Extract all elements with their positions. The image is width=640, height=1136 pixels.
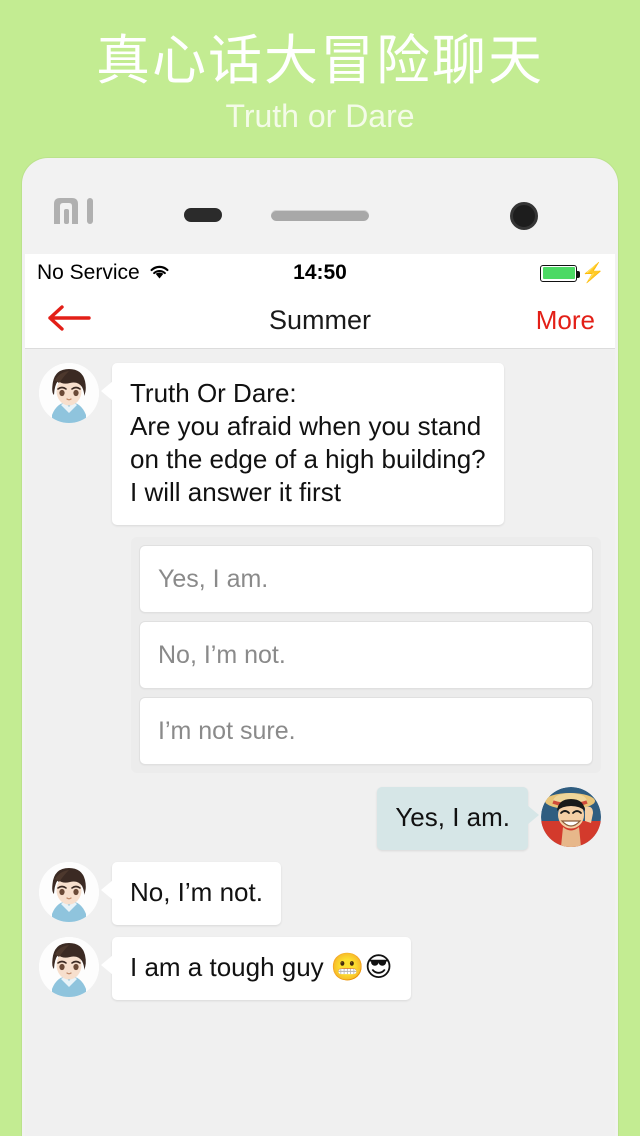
chat-bubble-wrap: Truth Or Dare: Are you afraid when you s… [99,363,504,525]
message-line: Are you afraid when you stand [130,411,482,441]
chat-bubble[interactable]: Yes, I am. [377,787,539,850]
promo-title: 真心话大冒险聊天 [96,29,544,92]
avatar[interactable] [39,862,99,922]
status-bar-right: ⚡ [540,254,605,292]
avatar[interactable] [39,937,99,997]
chat-message-row: No, I’m not. [25,862,615,925]
battery-cap [577,270,581,278]
avatar[interactable] [39,363,99,423]
answer-option-unsure[interactable]: I’m not sure. [139,697,593,765]
answer-option-yes[interactable]: Yes, I am. [139,545,593,613]
promo-subtitle: Truth or Dare [225,98,415,134]
chat-bubble[interactable]: Truth Or Dare: Are you afraid when you s… [101,363,504,525]
message-line: No, I’m not. [130,877,263,907]
chat-message-row: I am a tough guy 😬😎 [25,937,615,1000]
chat-message-list[interactable]: Truth Or Dare: Are you afraid when you s… [25,349,615,1136]
status-time: 14:50 [293,261,347,284]
chat-message-row: Yes, I am. [25,787,615,850]
status-bar: No Service 14:50 ⚡ [25,254,615,292]
proximity-sensor-icon [184,208,222,222]
chat-bubble-wrap: No, I’m not. [99,862,281,925]
message-line: on the edge of a high building? [130,444,486,474]
avatar[interactable] [541,787,601,847]
chat-bubble[interactable]: I am a tough guy 😬😎 [101,937,411,1000]
chat-bubble-wrap: Yes, I am. [377,787,541,850]
battery-fill [542,267,575,279]
phone-screen: No Service 14:50 ⚡ Summer More Truth Or … [25,254,615,1136]
answer-options-panel: Yes, I am. No, I’m not. I’m not sure. [131,537,601,773]
message-line: I will answer it first [130,477,341,507]
chat-bubble[interactable]: No, I’m not. [101,862,281,925]
message-line: Truth Or Dare: [130,378,297,408]
promo-header: 真心话大冒险聊天 Truth or Dare [0,0,640,158]
battery-icon [540,264,581,282]
phone-frame: No Service 14:50 ⚡ Summer More Truth Or … [22,158,618,1136]
chat-message-row: Truth Or Dare: Are you afraid when you s… [25,363,615,525]
phone-hardware-row [22,158,618,254]
answer-option-no[interactable]: No, I’m not. [139,621,593,689]
earpiece-speaker-icon [271,210,369,221]
page-title: Summer [268,305,371,335]
message-emoji: 😬😎 [330,952,393,983]
mi-logo-icon [50,194,98,226]
more-button[interactable]: More [536,292,595,348]
chat-bubble-wrap: I am a tough guy 😬😎 [99,937,411,1000]
message-line: I am a tough guy [130,952,331,982]
front-camera-icon [510,202,538,230]
charging-bolt-icon: ⚡ [581,262,605,284]
message-line: Yes, I am. [395,802,510,832]
nav-bar: Summer More [25,292,615,349]
